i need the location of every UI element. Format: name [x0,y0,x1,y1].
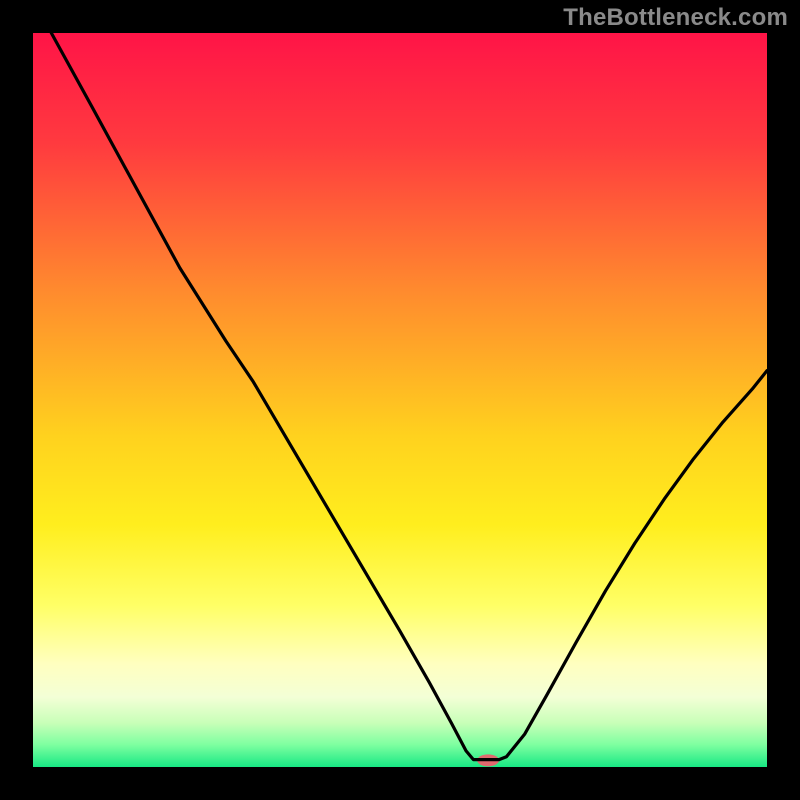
bottleneck-chart [0,0,800,800]
plot-background [33,33,767,767]
watermark-label: TheBottleneck.com [563,4,788,32]
chart-frame: TheBottleneck.com [0,0,800,800]
